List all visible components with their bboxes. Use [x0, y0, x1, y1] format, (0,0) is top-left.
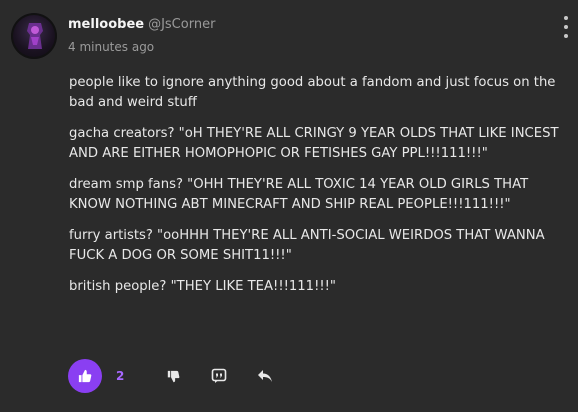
thumbs-down-icon — [167, 370, 179, 382]
dislike-button[interactable] — [156, 359, 190, 393]
dot-icon — [564, 34, 568, 38]
dot-icon — [564, 16, 568, 20]
post-paragraph: dream smp fans? "OHH THEY'RE ALL TOXIC 1… — [69, 177, 529, 212]
avatar[interactable] — [11, 13, 57, 59]
post-card: melloobee @JsCorner 4 minutes ago people … — [0, 0, 578, 412]
post-paragraph: people like to ignore anything good abou… — [69, 75, 556, 110]
post-body: people like to ignore anything good abou… — [69, 73, 565, 308]
timestamp: 4 minutes ago — [68, 40, 155, 54]
username[interactable]: melloobee — [68, 17, 144, 32]
user-handle[interactable]: @JsCorner — [148, 17, 215, 32]
dot-icon — [564, 25, 568, 29]
author-line: melloobee @JsCorner — [68, 17, 215, 32]
thumbs-up-icon — [78, 369, 92, 383]
more-options-button[interactable] — [560, 16, 572, 38]
reply-icon — [258, 370, 272, 382]
post-paragraph: gacha creators? "oH THEY'RE ALL CRINGY 9… — [69, 126, 559, 161]
post-paragraph: furry artists? "ooHHH THEY'RE ALL ANTI-S… — [69, 228, 545, 263]
quote-button[interactable] — [202, 359, 236, 393]
like-button[interactable] — [68, 359, 102, 393]
post-paragraph: british people? "THEY LIKE TEA!!!111!!!" — [69, 279, 336, 294]
reply-button[interactable] — [248, 359, 282, 393]
post-actions: 2 — [68, 359, 282, 393]
like-count: 2 — [116, 369, 125, 383]
quote-icon — [211, 368, 227, 383]
